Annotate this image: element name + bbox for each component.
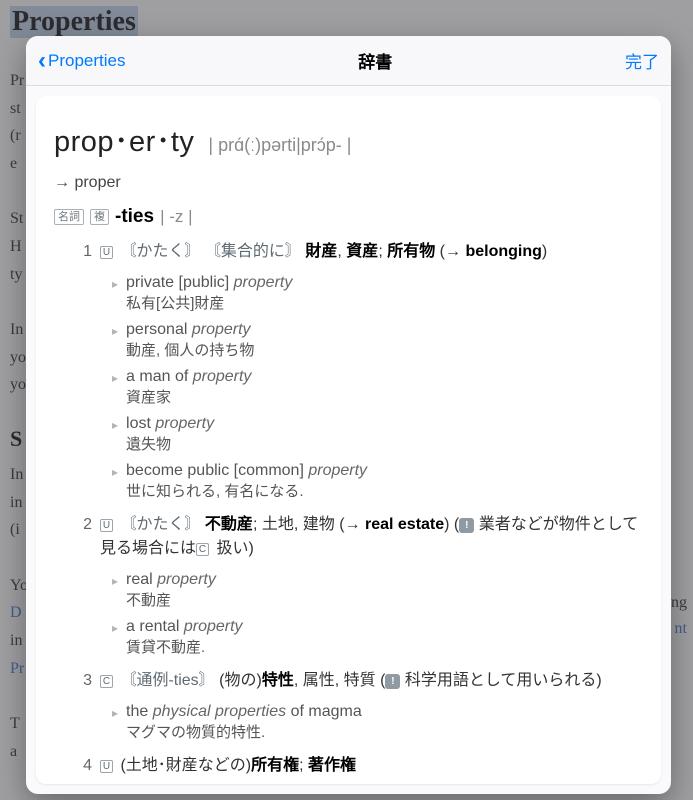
headword: prop･er･ty <box>54 118 194 160</box>
cross-ref: → proper <box>54 174 643 192</box>
pos-noun: 名詞 <box>54 209 84 225</box>
example-item: ▸personal property動産, 個人の持ち物 <box>112 321 643 360</box>
pronunciation: | prɑ́(ː)pərti|prɔ́p- | <box>208 135 351 156</box>
triangle-icon: ▸ <box>112 574 118 588</box>
sense-3-examples: ▸the physical properties of magmaマグマの物質的… <box>54 703 643 742</box>
back-button[interactable]: ‹ Properties <box>38 49 125 73</box>
sense-3: 3 C 〘通例-ties〙 (物の)特性, 属性, 特質 (! 科学用語として用… <box>54 669 643 693</box>
countability-u: U <box>100 760 113 773</box>
sense-2-examples: ▸real property不動産 ▸a rental property賃貸不動… <box>54 571 643 657</box>
triangle-icon: ▸ <box>112 706 118 720</box>
note-icon: ! <box>459 518 474 533</box>
sense-4: 4 U (土地･財産などの)所有権; 著作権 <box>54 754 643 778</box>
example-item: ▸a rental property賃貸不動産. <box>112 618 643 657</box>
countability-c: C <box>100 675 113 688</box>
note-icon: ! <box>385 674 400 689</box>
modal-title: 辞書 <box>358 48 392 73</box>
example-item: ▸become public [common] property世に知られる, … <box>112 462 643 501</box>
plural-box: 複 <box>90 209 109 225</box>
inflection: -ties <box>115 206 154 228</box>
triangle-icon: ▸ <box>112 621 118 635</box>
triangle-icon: ▸ <box>112 418 118 432</box>
triangle-icon: ▸ <box>112 324 118 338</box>
example-item: ▸a man of property資産家 <box>112 368 643 407</box>
example-item: ▸the physical properties of magmaマグマの物質的… <box>112 703 643 742</box>
headword-row: prop･er･ty | prɑ́(ː)pərti|prɔ́p- | <box>54 118 643 160</box>
example-item: ▸real property不動産 <box>112 571 643 610</box>
modal-nav: ‹ Properties 辞書 完了 <box>26 36 671 86</box>
triangle-icon: ▸ <box>112 277 118 291</box>
triangle-icon: ▸ <box>112 465 118 479</box>
sense-1: 1 U 〘かたく〙 〘集合的に〙 財産, 資産; 所有物 (→ belongin… <box>54 240 643 264</box>
dictionary-modal: ‹ Properties 辞書 完了 prop･er･ty | prɑ́(ː)p… <box>26 36 671 794</box>
countability-u: U <box>100 519 113 532</box>
modal-body[interactable]: prop･er･ty | prɑ́(ː)pərti|prɔ́p- | → pro… <box>26 86 671 794</box>
example-item: ▸private [public] property私有[公共]財産 <box>112 274 643 313</box>
dictionary-card: prop･er･ty | prɑ́(ː)pərti|prɔ́p- | → pro… <box>36 96 661 784</box>
countability-c: C <box>196 543 209 556</box>
inflection-pron: | -z | <box>160 207 192 227</box>
pos-inflection-row: 名詞 複 -ties | -z | <box>54 206 643 228</box>
triangle-icon: ▸ <box>112 371 118 385</box>
sense-2: 2 U 〘かたく〙 不動産; 土地, 建物 (→ real estate) (!… <box>54 513 643 561</box>
chevron-left-icon: ‹ <box>38 49 46 73</box>
example-item: ▸lost property遺失物 <box>112 415 643 454</box>
countability-u: U <box>100 246 113 259</box>
done-button[interactable]: 完了 <box>625 48 659 73</box>
sense-1-examples: ▸private [public] property私有[公共]財産 ▸pers… <box>54 274 643 501</box>
back-label: Properties <box>48 51 125 71</box>
